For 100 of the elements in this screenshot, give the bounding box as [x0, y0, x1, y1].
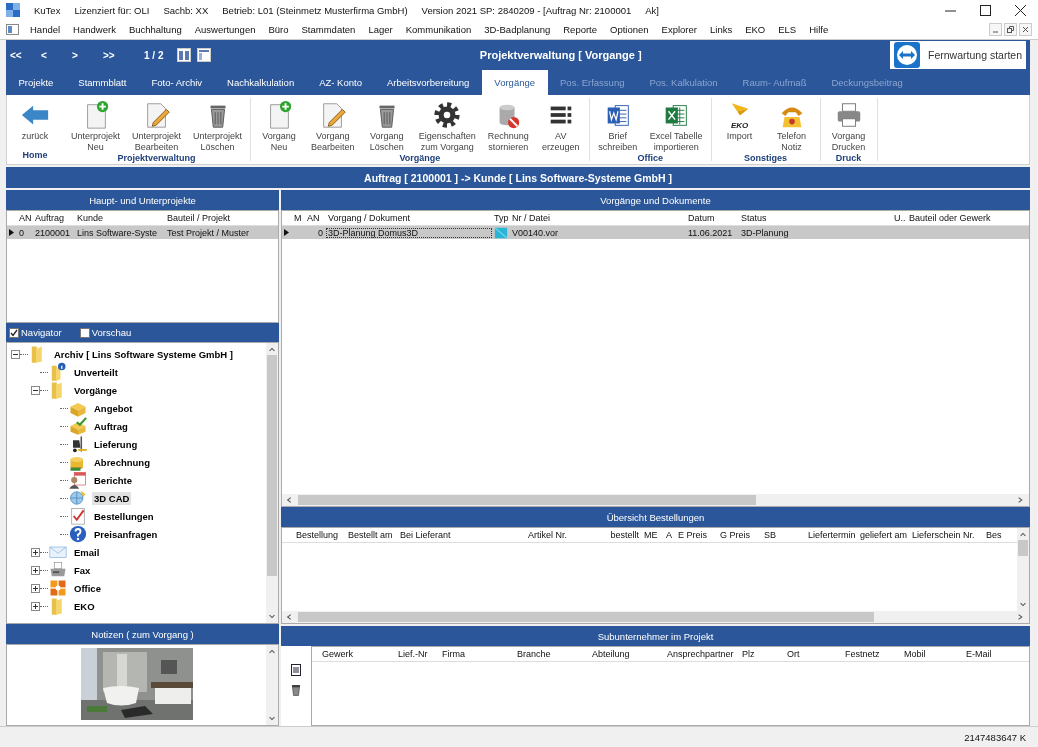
- column-header[interactable]: Auftrag: [33, 213, 75, 223]
- column-header[interactable]: Mobil: [902, 649, 964, 659]
- checkbox[interactable]: [79, 327, 90, 338]
- menu-item[interactable]: Stammdaten: [299, 23, 358, 36]
- tree-item[interactable]: Angebot: [92, 401, 135, 415]
- tree-item[interactable]: Fax: [72, 563, 93, 577]
- horizontal-scrollbar[interactable]: [282, 494, 1029, 506]
- tab[interactable]: Stammblatt: [65, 70, 139, 95]
- menu-item[interactable]: Handwerk: [71, 23, 118, 36]
- menu-item[interactable]: EKO: [743, 23, 768, 36]
- toolbar-button[interactable]: zurück: [9, 98, 61, 150]
- expand-icon[interactable]: [31, 565, 40, 575]
- menu-item[interactable]: Büro: [266, 23, 291, 36]
- toolbar-button[interactable]: Excel Tabelle importieren: [643, 98, 709, 153]
- column-header[interactable]: Kunde: [75, 213, 165, 223]
- tree-item[interactable]: Preisanfragen: [92, 527, 160, 541]
- nav-button[interactable]: >: [72, 49, 103, 61]
- vertical-scrollbar[interactable]: [266, 343, 278, 623]
- menu-item[interactable]: ELS: [776, 23, 799, 36]
- collapse-icon[interactable]: [31, 385, 40, 395]
- scroll-thumb[interactable]: [298, 612, 875, 622]
- horizontal-scrollbar[interactable]: [282, 611, 1029, 623]
- column-header[interactable]: Artikel Nr.: [526, 530, 596, 540]
- tree-item[interactable]: Berichte: [92, 473, 134, 487]
- columns-icon[interactable]: [177, 48, 192, 62]
- nav-button[interactable]: <<: [10, 49, 41, 61]
- close-icon[interactable]: [1015, 4, 1026, 16]
- column-header[interactable]: M: [292, 213, 305, 223]
- column-header[interactable]: E Preis: [676, 530, 718, 540]
- menu-item[interactable]: Auswertungen: [192, 23, 258, 36]
- menu-item[interactable]: Hilfe: [807, 23, 831, 36]
- toolbar-button[interactable]: EKO Import: [713, 98, 766, 153]
- column-header[interactable]: SB: [762, 530, 806, 540]
- checkbox[interactable]: [9, 327, 19, 338]
- column-header[interactable]: AN: [17, 213, 33, 223]
- maximize-icon[interactable]: [980, 4, 991, 16]
- menu-item[interactable]: Handel: [28, 23, 63, 36]
- menu-item[interactable]: Links: [708, 23, 735, 36]
- column-header[interactable]: Status: [739, 213, 892, 223]
- toolbar-button[interactable]: AV erzeugen: [534, 98, 587, 153]
- expand-icon[interactable]: [31, 547, 40, 557]
- tree-item[interactable]: EKO: [72, 599, 97, 613]
- tree-item[interactable]: Office: [72, 581, 103, 595]
- tree-item[interactable]: Bestellungen: [92, 509, 156, 523]
- tab[interactable]: Nachkalkulation: [214, 70, 307, 95]
- remote-support-button[interactable]: Fernwartung starten: [890, 41, 1026, 69]
- toolbar-button[interactable]: Vorgang Löschen: [360, 98, 413, 153]
- toolbar-button[interactable]: Vorgang Bearbeiten: [305, 98, 361, 153]
- expand-icon[interactable]: [31, 583, 40, 593]
- scroll-thumb[interactable]: [1018, 540, 1028, 556]
- tree-item[interactable]: Abrechnung: [92, 455, 152, 469]
- trash-icon[interactable]: [291, 684, 301, 696]
- tree-item[interactable]: Vorgänge: [72, 383, 120, 397]
- column-header[interactable]: Bestellt am: [346, 530, 398, 540]
- column-header[interactable]: E-Mail: [964, 649, 1029, 659]
- toolbar-button[interactable]: Unterprojekt Neu: [65, 98, 127, 153]
- column-header[interactable]: Bauteil / Projekt: [165, 213, 278, 223]
- window-icon[interactable]: [197, 48, 212, 62]
- scroll-thumb[interactable]: [298, 495, 757, 505]
- column-header[interactable]: Plz: [740, 649, 785, 659]
- column-header[interactable]: AN: [305, 213, 326, 223]
- column-header[interactable]: Branche: [515, 649, 590, 659]
- column-header[interactable]: Ansprechpartner: [665, 649, 740, 659]
- toolbar-button[interactable]: Eigenschaften zum Vorgang: [412, 98, 482, 153]
- tree-item[interactable]: Archiv [ Lins Software Systeme GmbH ]: [52, 347, 235, 361]
- column-header[interactable]: G Preis: [718, 530, 762, 540]
- toolbar-button[interactable]: Unterprojekt Löschen: [187, 98, 249, 153]
- column-header[interactable]: Ort: [785, 649, 843, 659]
- column-header[interactable]: Festnetz: [843, 649, 902, 659]
- column-header[interactable]: Typ: [492, 213, 510, 223]
- column-header[interactable]: ME: [642, 530, 664, 540]
- toolbar-button[interactable]: Unterprojekt Bearbeiten: [126, 98, 188, 153]
- table-row[interactable]: 0 2100001 Lins Software-Syste Test Projekt / Muster: [7, 226, 278, 239]
- menu-item[interactable]: Optionen: [608, 23, 651, 36]
- collapse-icon[interactable]: [11, 349, 20, 359]
- column-header[interactable]: Liefertermin: [806, 530, 858, 540]
- column-header[interactable]: Nr / Datei: [510, 213, 686, 223]
- menu-item[interactable]: Kommunikation: [403, 23, 474, 36]
- column-header[interactable]: Bauteil oder Gewerk: [907, 213, 1029, 223]
- column-header[interactable]: Firma: [440, 649, 515, 659]
- tab[interactable]: Foto- Archiv: [138, 70, 215, 95]
- tab[interactable]: Projekte: [6, 70, 66, 95]
- column-header[interactable]: Lieferschein Nr.: [910, 530, 984, 540]
- tab[interactable]: Vorgänge: [481, 70, 548, 95]
- menu-item[interactable]: Buchhaltung: [126, 23, 184, 36]
- column-header[interactable]: Gewerk: [320, 649, 396, 659]
- column-header[interactable]: Abteilung: [590, 649, 665, 659]
- menu-icon[interactable]: [6, 24, 19, 35]
- toolbar-button[interactable]: Rechnung stornieren: [481, 98, 535, 153]
- menu-item[interactable]: Lager: [366, 23, 395, 36]
- tree-item[interactable]: Email: [72, 545, 102, 559]
- column-header[interactable]: Datum: [686, 213, 739, 223]
- column-header[interactable]: U..: [892, 213, 907, 223]
- column-header[interactable]: geliefert am: [858, 530, 910, 540]
- column-header[interactable]: Bestellung: [294, 530, 346, 540]
- toolbar-button[interactable]: Vorgang Drucken: [822, 98, 875, 153]
- tab[interactable]: AZ- Konto: [306, 70, 375, 95]
- table-row[interactable]: 0 3D-Planung Domus3D V00140.vor 11.06.2021 3D-Planung: [282, 226, 1029, 239]
- expand-icon[interactable]: [31, 601, 40, 611]
- column-header[interactable]: Bei Lieferant: [398, 530, 526, 540]
